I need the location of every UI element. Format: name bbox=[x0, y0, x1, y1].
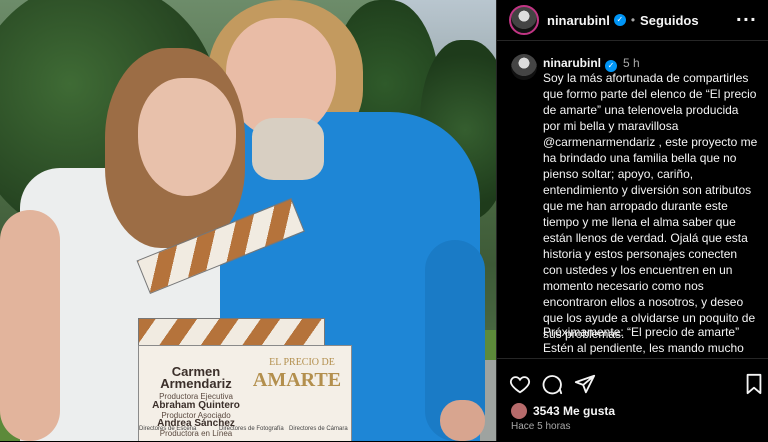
avatar[interactable] bbox=[509, 5, 539, 35]
post-sidebar: ninarubinl ✓ • Seguidos ··· ninarubinl ✓ 5… bbox=[496, 0, 768, 441]
following-button[interactable]: Seguidos bbox=[640, 13, 699, 28]
post-header: ninarubinl ✓ • Seguidos ··· bbox=[497, 0, 768, 41]
caption-body-continued: Próximamente: “El precio de amarte” Esté… bbox=[543, 325, 744, 355]
clapper-footer: Directores de Escena bbox=[139, 426, 197, 432]
post-actions: 3543 Me gusta Hace 5 horas bbox=[497, 358, 768, 442]
caption-body: Soy la más afortunada de compartirles qu… bbox=[543, 71, 761, 341]
girl-arm bbox=[0, 210, 60, 441]
clapper-person: Abraham Quintero bbox=[152, 400, 240, 411]
likes-count[interactable]: 3543 Me gusta bbox=[511, 403, 615, 419]
liker-avatar bbox=[511, 403, 527, 419]
verified-icon: ✓ bbox=[613, 14, 626, 26]
woman-hand bbox=[440, 400, 485, 441]
clapper-title: AMARTE bbox=[252, 369, 342, 391]
post-time: Hace 5 horas bbox=[511, 421, 571, 432]
share-icon[interactable] bbox=[574, 373, 596, 395]
separator-dot: • bbox=[630, 13, 636, 27]
comment-icon[interactable] bbox=[541, 373, 563, 395]
caption: ninarubinl ✓ 5 h Soy la más afortunada de … bbox=[497, 52, 768, 358]
header-username[interactable]: ninarubinl bbox=[547, 13, 610, 28]
caption-username[interactable]: ninarubinl bbox=[543, 56, 601, 70]
bookmark-icon[interactable] bbox=[743, 373, 765, 395]
clapper-footer: Directores de Fotografía bbox=[219, 426, 284, 432]
heart-icon[interactable] bbox=[509, 373, 531, 395]
clapper-producer-name: Carmen Armendariz bbox=[160, 364, 232, 391]
post-photo[interactable]: Carmen Armendariz Productora Ejecutiva A… bbox=[0, 0, 496, 441]
instagram-post: Carmen Armendariz Productora Ejecutiva A… bbox=[0, 0, 768, 441]
girl-face bbox=[138, 78, 236, 196]
caption-time: 5 h bbox=[623, 56, 640, 70]
likes-label[interactable]: 3543 Me gusta bbox=[533, 404, 615, 418]
clapper-footer: Directores de Cámara bbox=[289, 426, 348, 432]
more-options-icon[interactable]: ··· bbox=[736, 10, 757, 29]
scarf bbox=[252, 118, 324, 180]
clapperboard: Carmen Armendariz Productora Ejecutiva A… bbox=[138, 345, 352, 441]
caption-avatar[interactable] bbox=[511, 54, 537, 80]
clapper-title-small: EL PRECIO DE bbox=[269, 357, 335, 368]
clapperboard-bar bbox=[138, 318, 325, 348]
